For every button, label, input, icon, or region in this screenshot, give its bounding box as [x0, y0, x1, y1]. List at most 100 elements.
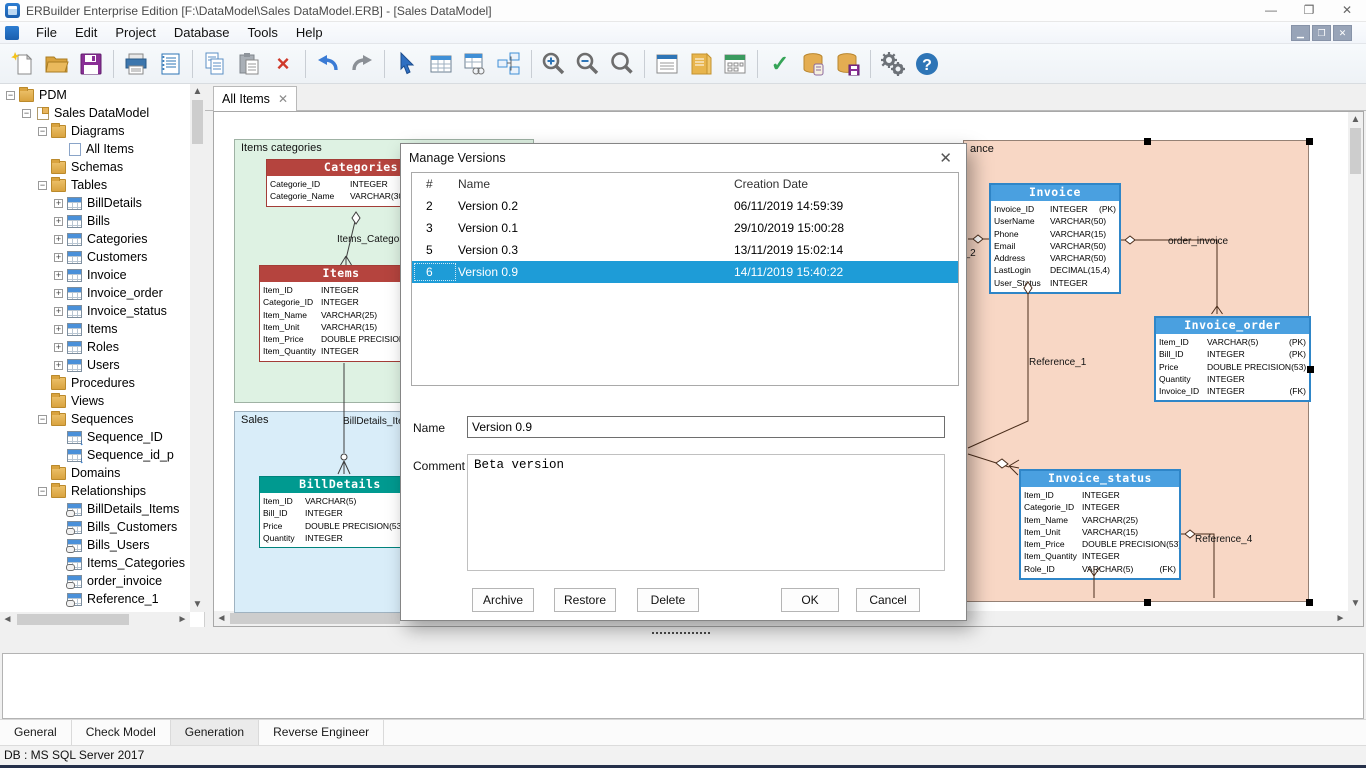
menu-item[interactable]: Database [165, 23, 239, 42]
comment-input[interactable]: Beta version [467, 454, 945, 571]
tree-expander-icon[interactable] [6, 91, 15, 100]
tree-item[interactable]: Roles [0, 338, 190, 356]
tree-vertical-scrollbar[interactable]: ▲ ▼ [190, 84, 205, 612]
version-row[interactable]: 2 Version 0.2 06/11/2019 14:59:39 [412, 195, 958, 217]
bottom-tab[interactable]: Generation [171, 720, 259, 745]
save-icon[interactable] [75, 48, 107, 80]
tree-item[interactable]: Bills_Users [0, 536, 190, 554]
tree-item[interactable]: Invoice_status [0, 302, 190, 320]
menu-item[interactable]: Edit [66, 23, 106, 42]
report-icon[interactable] [154, 48, 186, 80]
minimize-icon[interactable]: — [1252, 0, 1290, 21]
tab-close-icon[interactable]: ✕ [278, 92, 288, 106]
tree-expander-icon[interactable] [54, 343, 63, 352]
mdi-minimize-icon[interactable]: ▁ [1291, 25, 1310, 41]
dialog-title-bar[interactable]: Manage Versions ✕ [401, 144, 966, 171]
canvas-vertical-scrollbar[interactable]: ▲ ▼ [1348, 112, 1363, 611]
splitter[interactable] [0, 627, 1366, 653]
selection-handle[interactable] [1306, 599, 1313, 606]
check-icon[interactable]: ✓ [764, 48, 796, 80]
tree-item[interactable]: Invoice_order [0, 284, 190, 302]
menu-item[interactable]: Project [106, 23, 164, 42]
document-icon[interactable] [685, 48, 717, 80]
version-row[interactable]: 3 Version 0.1 29/10/2019 15:00:28 [412, 217, 958, 239]
splitter-grip-icon[interactable] [652, 632, 710, 634]
tree-item[interactable]: Sales DataModel [0, 104, 190, 122]
tree-expander-icon[interactable] [38, 487, 47, 496]
mdi-restore-icon[interactable]: ❐ [1312, 25, 1331, 41]
er-table[interactable]: Invoice_status Item_IDINTEGERCategorie_I… [1019, 469, 1181, 580]
table-link-icon[interactable] [459, 48, 491, 80]
tree-item[interactable]: Sequence_id_p [0, 446, 190, 464]
tree-item[interactable]: Schemas [0, 158, 190, 176]
menu-item[interactable]: Help [287, 23, 332, 42]
selection-handle[interactable] [1307, 366, 1314, 373]
tree-item[interactable]: Reference_2 [0, 608, 190, 610]
settings-icon[interactable] [877, 48, 909, 80]
er-table[interactable]: Invoice Invoice_IDINTEGER(PK)UserNameVAR… [989, 183, 1121, 294]
tree-expander-icon[interactable] [38, 181, 47, 190]
select-icon[interactable] [391, 48, 423, 80]
version-list[interactable]: # Name Creation Date 2 Version 0.2 06/11… [411, 172, 959, 386]
form-icon[interactable] [719, 48, 751, 80]
tree-item[interactable]: Bills_Customers [0, 518, 190, 536]
tree-expander-icon[interactable] [22, 109, 31, 118]
tree-expander-icon[interactable] [54, 271, 63, 280]
tree-expander-icon[interactable] [54, 199, 63, 208]
copy-icon[interactable] [199, 48, 231, 80]
open-icon[interactable] [41, 48, 73, 80]
tree-expander-icon[interactable] [54, 217, 63, 226]
er-table[interactable]: Items Item_IDINTEGERCategorie_IDINTEGERI… [259, 265, 423, 362]
help-icon[interactable]: ? [911, 48, 943, 80]
tree-item[interactable]: Bills [0, 212, 190, 230]
undo-icon[interactable] [312, 48, 344, 80]
tree-expander-icon[interactable] [54, 253, 63, 262]
tree-item[interactable]: Tables [0, 176, 190, 194]
tree-item[interactable]: Diagrams [0, 122, 190, 140]
tree-item[interactable]: Domains [0, 464, 190, 482]
tree-expander-icon[interactable] [54, 307, 63, 316]
bottom-tab[interactable]: Reverse Engineer [259, 720, 384, 745]
bottom-tab[interactable]: General [0, 720, 72, 745]
delete-icon[interactable]: × [267, 48, 299, 80]
tree-item[interactable]: Procedures [0, 374, 190, 392]
column-header-name[interactable]: Name [458, 173, 734, 195]
tree-horizontal-scrollbar[interactable]: ◄ ► [0, 612, 190, 627]
cancel-button[interactable]: Cancel [856, 588, 920, 612]
tree-expander-icon[interactable] [54, 325, 63, 334]
tree-item[interactable]: Views [0, 392, 190, 410]
close-icon[interactable]: ✕ [1328, 0, 1366, 21]
tree-item[interactable]: Invoice [0, 266, 190, 284]
delete-button[interactable]: Delete [637, 588, 699, 612]
table-icon[interactable] [425, 48, 457, 80]
tree-item[interactable]: Sequences [0, 410, 190, 428]
menu-item[interactable]: Tools [238, 23, 286, 42]
tree-item[interactable]: Users [0, 356, 190, 374]
print-icon[interactable] [120, 48, 152, 80]
tree-item[interactable]: Reference_1 [0, 590, 190, 608]
tab-all-items[interactable]: All Items ✕ [213, 86, 297, 111]
tree-item[interactable]: All Items [0, 140, 190, 158]
tree-expander-icon[interactable] [54, 235, 63, 244]
zoom-out-icon[interactable] [572, 48, 604, 80]
restore-icon[interactable]: ❐ [1290, 0, 1328, 21]
er-table[interactable]: Invoice_order Item_IDVARCHAR(5)(PK)Bill_… [1154, 316, 1311, 402]
version-row[interactable]: 5 Version 0.3 13/11/2019 15:02:14 [412, 239, 958, 261]
tree-item[interactable]: PDM [0, 86, 190, 104]
zoom-icon[interactable] [606, 48, 638, 80]
tree-expander-icon[interactable] [54, 361, 63, 370]
selection-handle[interactable] [1144, 138, 1151, 145]
name-input[interactable] [467, 416, 945, 438]
tree-expander-icon[interactable] [38, 127, 47, 136]
note-icon[interactable] [651, 48, 683, 80]
tree-item[interactable]: Items_Categories [0, 554, 190, 572]
db-script-icon[interactable] [798, 48, 830, 80]
column-header-num[interactable]: # [412, 173, 458, 195]
tree-item[interactable]: Relationships [0, 482, 190, 500]
paste-icon[interactable] [233, 48, 265, 80]
bottom-tab[interactable]: Check Model [72, 720, 171, 745]
tree-item[interactable]: order_invoice [0, 572, 190, 590]
zoom-in-icon[interactable] [538, 48, 570, 80]
mdi-close-icon[interactable]: ✕ [1333, 25, 1352, 41]
tree-expander-icon[interactable] [54, 289, 63, 298]
